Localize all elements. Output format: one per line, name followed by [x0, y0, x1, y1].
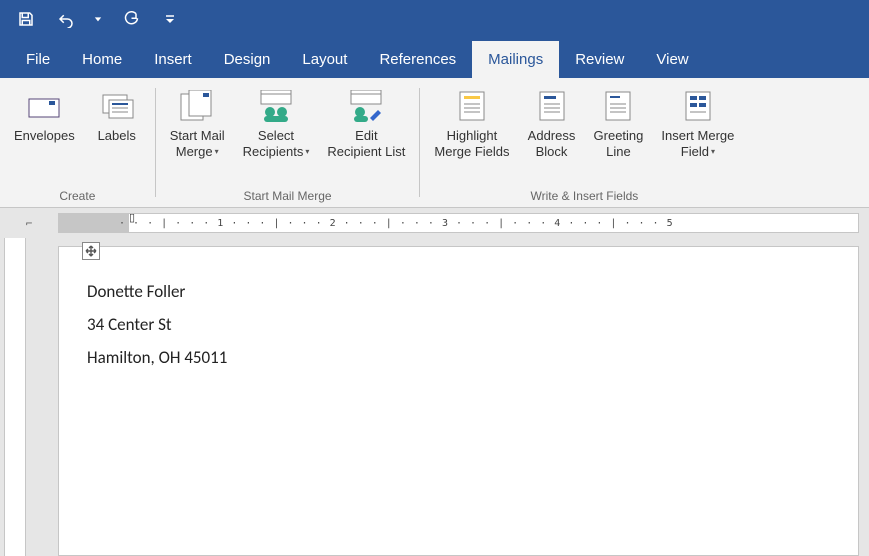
document-page[interactable]: Donette Foller 34 Center St Hamilton, OH…	[58, 246, 859, 556]
ruler-ticks: · · · | · · · 1 · · · | · · · 2 · · · | …	[59, 214, 858, 232]
horizontal-ruler[interactable]: ▯ · · · | · · · 1 · · · | · · · 2 · · · …	[58, 213, 859, 233]
tab-review[interactable]: Review	[559, 41, 640, 78]
edit-recipients-icon	[348, 90, 384, 122]
tab-design[interactable]: Design	[208, 41, 287, 78]
table-move-handle[interactable]	[82, 242, 100, 260]
highlight-merge-fields-button[interactable]: HighlightMerge Fields	[428, 84, 515, 187]
vertical-ruler[interactable]	[4, 238, 26, 556]
group-label-write-insert: Write & Insert Fields	[428, 187, 740, 205]
envelope-icon	[27, 92, 61, 120]
doc-line-name: Donette Foller	[87, 281, 830, 302]
move-icon	[85, 245, 97, 257]
group-label-create: Create	[8, 187, 147, 205]
greeting-line-icon	[603, 90, 633, 122]
undo-dropdown[interactable]	[92, 5, 104, 33]
start-mail-merge-button[interactable]: Start MailMerge▾	[164, 84, 231, 187]
group-write-insert-fields: HighlightMerge Fields AddressBlock Greet…	[420, 78, 748, 207]
envelopes-button[interactable]: Envelopes	[8, 84, 81, 187]
group-label-start-mail-merge: Start Mail Merge	[164, 187, 412, 205]
document-region: Donette Foller 34 Center St Hamilton, OH…	[0, 238, 869, 556]
ribbon-tabs: File Home Insert Design Layout Reference…	[0, 38, 869, 78]
labels-button[interactable]: Labels	[87, 84, 147, 187]
group-create: Envelopes Labels Create	[0, 78, 155, 207]
merge-field-icon	[683, 90, 713, 122]
edit-recipient-list-button[interactable]: EditRecipient List	[321, 84, 411, 187]
tab-view[interactable]: View	[640, 41, 704, 78]
customize-qat-button[interactable]	[156, 5, 184, 33]
group-start-mail-merge: Start MailMerge▾ SelectRecipients▾ EditR…	[156, 78, 420, 207]
quick-access-toolbar	[0, 0, 869, 38]
redo-icon	[121, 10, 139, 28]
save-button[interactable]	[12, 5, 40, 33]
tab-layout[interactable]: Layout	[286, 41, 363, 78]
address-block-icon	[537, 90, 567, 122]
save-icon	[17, 10, 35, 28]
greeting-line-button[interactable]: GreetingLine	[588, 84, 650, 187]
ruler-area: ⌐ ▯ · · · | · · · 1 · · · | · · · 2 · · …	[0, 208, 869, 238]
tab-selector[interactable]: ⌐	[0, 208, 58, 238]
recipients-icon	[258, 90, 294, 122]
select-recipients-button[interactable]: SelectRecipients▾	[237, 84, 316, 187]
tab-home[interactable]: Home	[66, 41, 138, 78]
documents-icon	[179, 90, 215, 122]
undo-button[interactable]	[52, 5, 80, 33]
customize-icon	[164, 13, 176, 25]
highlight-doc-icon	[457, 90, 487, 122]
labels-icon	[100, 92, 134, 120]
tab-file[interactable]: File	[10, 41, 66, 78]
redo-button[interactable]	[116, 5, 144, 33]
doc-line-city: Hamilton, OH 45011	[87, 347, 830, 368]
doc-line-street: 34 Center St	[87, 314, 830, 335]
ribbon-mailings: Envelopes Labels Create Start MailMerge▾…	[0, 78, 869, 208]
undo-icon	[57, 10, 75, 28]
tab-mailings[interactable]: Mailings	[472, 41, 559, 78]
address-block-button[interactable]: AddressBlock	[522, 84, 582, 187]
chevron-down-icon: ▾	[305, 147, 309, 157]
chevron-down-icon: ▾	[215, 147, 219, 157]
insert-merge-field-button[interactable]: Insert MergeField▾	[655, 84, 740, 187]
chevron-down-icon: ▾	[711, 147, 715, 157]
tab-insert[interactable]: Insert	[138, 41, 208, 78]
chevron-down-icon	[94, 15, 102, 23]
tab-references[interactable]: References	[363, 41, 472, 78]
